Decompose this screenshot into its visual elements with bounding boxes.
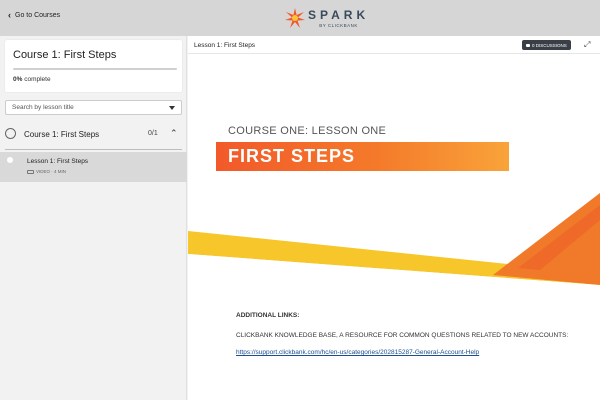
- lesson-item-meta: VIDEO · 4 MIN: [27, 169, 66, 174]
- knowledge-base-link[interactable]: https://support.clickbank.com/hc/en-us/c…: [236, 349, 479, 356]
- section-divider: [5, 149, 182, 150]
- lesson-search-select[interactable]: Search by lesson title: [5, 100, 182, 115]
- lesson-status-dot-icon: [7, 157, 13, 163]
- discussions-label: 0 DISCUSSIONS: [532, 42, 567, 48]
- search-placeholder: Search by lesson title: [12, 104, 74, 111]
- course-title: Course 1: First Steps: [13, 49, 117, 61]
- slide-subtitle: COURSE ONE: LESSON ONE: [228, 125, 387, 137]
- chevron-left-icon: ‹: [8, 10, 11, 20]
- progress-label: 0% complete: [13, 76, 51, 83]
- lesson-item-title: Lesson 1: First Steps: [27, 158, 89, 165]
- dropdown-caret-icon: [169, 106, 175, 110]
- brand-logo: SPARK BY CLICKBANK: [284, 5, 369, 31]
- lesson-slide: COURSE ONE: LESSON ONE FIRST STEPS: [188, 55, 600, 285]
- go-to-courses-link[interactable]: ‹ Go to Courses: [8, 11, 60, 20]
- lesson-content: Lesson 1: First Steps 0 DISCUSSIONS ⤢ CO…: [188, 36, 600, 400]
- lesson-item[interactable]: Lesson 1: First Steps VIDEO · 4 MIN: [0, 152, 187, 182]
- section-title: Course 1: First Steps: [24, 130, 100, 139]
- links-description: CLICKBANK KNOWLEDGE BASE, A RESOURCE FOR…: [236, 332, 569, 339]
- course-section-header[interactable]: Course 1: First Steps 0/1 ⌃: [0, 125, 187, 145]
- lesson-header-title: Lesson 1: First Steps: [194, 42, 256, 49]
- brand-name: SPARK: [308, 7, 370, 22]
- course-progress-card: Course 1: First Steps 0% complete: [5, 40, 182, 92]
- progress-suffix: complete: [22, 76, 51, 83]
- completion-circle-icon: [5, 128, 16, 139]
- brand-subtitle: BY CLICKBANK: [319, 22, 358, 28]
- discussions-button[interactable]: 0 DISCUSSIONS: [522, 40, 571, 50]
- slide-title: FIRST STEPS: [228, 146, 356, 166]
- go-to-courses-label: Go to Courses: [15, 12, 61, 19]
- course-sidebar: Course 1: First Steps 0% complete Search…: [0, 36, 187, 400]
- chevron-up-icon[interactable]: ⌃: [170, 128, 178, 139]
- section-count: 0/1: [148, 130, 158, 137]
- additional-links: ADDITIONAL LINKS: CLICKBANK KNOWLEDGE BA…: [236, 312, 576, 356]
- spark-burst-icon: [285, 8, 305, 28]
- progress-percent: 0%: [13, 76, 23, 83]
- video-icon: [27, 169, 34, 174]
- chat-bubble-icon: [526, 43, 530, 47]
- progress-bar: [13, 68, 177, 70]
- expand-icon[interactable]: ⤢: [584, 40, 590, 50]
- lesson-item-meta-text: VIDEO · 4 MIN: [36, 169, 67, 174]
- top-bar: ‹ Go to Courses SPARK BY CLICKBANK: [0, 0, 600, 36]
- links-heading: ADDITIONAL LINKS:: [236, 312, 300, 319]
- lesson-header: Lesson 1: First Steps 0 DISCUSSIONS ⤢: [188, 36, 600, 54]
